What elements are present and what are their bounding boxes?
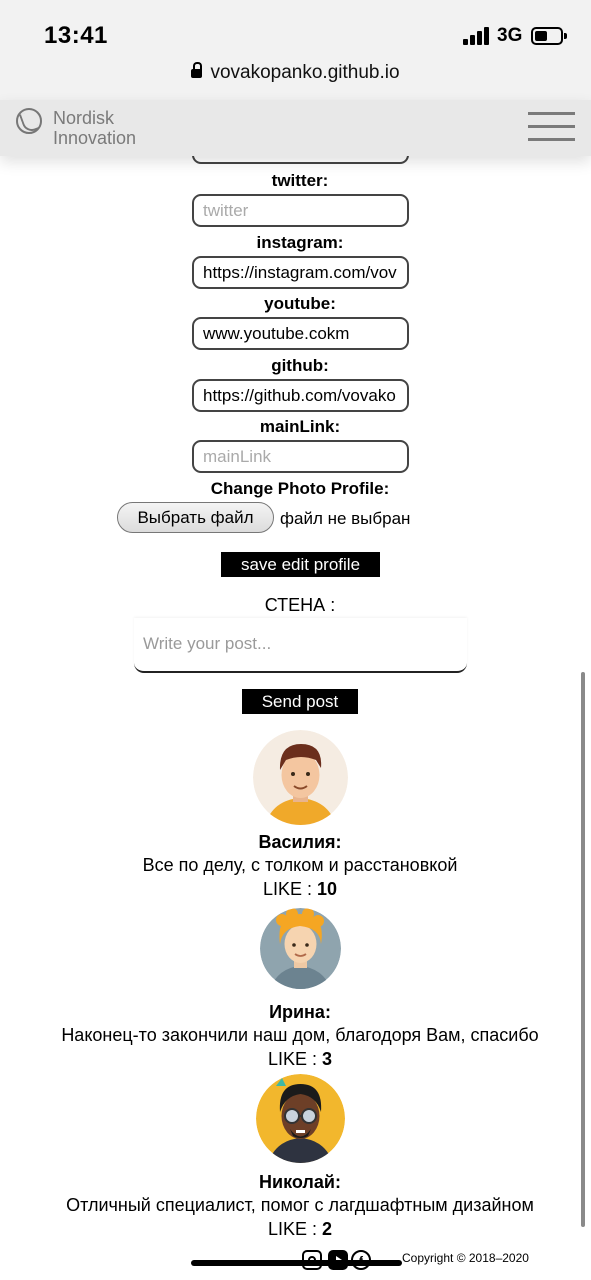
review-likes[interactable]: LIKE : 3 (0, 1049, 591, 1070)
hamburger-menu-icon[interactable] (528, 112, 575, 142)
battery-icon (531, 27, 567, 45)
lock-icon (191, 62, 203, 78)
post-placeholder: Write your post... (143, 634, 272, 653)
instagram-input[interactable]: https://instagram.com/vov (192, 256, 409, 289)
logo[interactable]: Nordisk Innovation (53, 108, 136, 148)
status-time: 13:41 (44, 22, 108, 49)
logo-line2: Innovation (53, 128, 137, 148)
url-text: vovakopanko.github.io (210, 62, 400, 83)
change-photo-label: Change Photo Profile: (210, 479, 390, 498)
youtube-input[interactable]: www.youtube.cokm (192, 317, 409, 350)
like-label: LIKE : (267, 1049, 317, 1069)
review-likes[interactable]: LIKE : 2 (0, 1219, 591, 1240)
address-bar[interactable]: vovakopanko.github.io (0, 62, 591, 84)
mainlink-input[interactable]: mainLink (192, 440, 409, 473)
twitter-input[interactable]: twitter (192, 194, 409, 227)
like-count: 3 (322, 1049, 333, 1069)
like-label: LIKE : (262, 879, 312, 899)
signal-icon (463, 27, 491, 45)
home-indicator[interactable] (191, 1260, 402, 1266)
review-likes[interactable]: LIKE : 10 (0, 879, 591, 900)
github-label: github: (271, 356, 329, 375)
review-name: Василия: (258, 832, 342, 852)
no-file-text: файл не выбран (280, 509, 411, 528)
avatar (253, 730, 348, 825)
review-text: Отличный специалист, помог с лагдшафтным… (66, 1195, 534, 1215)
save-edit-profile-button[interactable]: save edit profile (221, 552, 380, 577)
github-input[interactable]: https://github.com/vovako (192, 379, 409, 412)
scrollbar[interactable] (581, 672, 585, 1227)
review-text: Все по делу, с толком и расстановкой (142, 855, 458, 875)
site-header: Nordisk Innovation (0, 100, 591, 156)
like-count: 2 (322, 1219, 333, 1239)
like-label: LIKE : (267, 1219, 317, 1239)
like-count: 10 (317, 879, 338, 899)
review-name: Ирина: (269, 1002, 331, 1022)
mainlink-label: mainLink: (259, 417, 341, 436)
network-type: 3G (497, 25, 523, 46)
choose-file-button[interactable]: Выбрать файл (117, 502, 274, 533)
send-post-button[interactable]: Send post (242, 689, 358, 714)
avatar (260, 908, 341, 989)
wall-title: СТЕНА : (264, 595, 336, 615)
review-text: Наконец-то закончили наш дом, благодоря … (61, 1025, 539, 1045)
logo-line1: Nordisk (53, 108, 115, 128)
review-name: Николай: (259, 1172, 341, 1192)
twitter-label: twitter: (271, 171, 329, 190)
post-textarea[interactable]: Write your post... (134, 618, 467, 673)
logo-icon (16, 108, 42, 134)
youtube-label: youtube: (264, 294, 336, 313)
copyright-text: Copyright © 2018–2020 (402, 1251, 529, 1265)
instagram-label: instagram: (256, 233, 344, 252)
avatar (256, 1074, 345, 1163)
status-bar: 13:41 3G vovakopanko.github.io (0, 0, 591, 100)
